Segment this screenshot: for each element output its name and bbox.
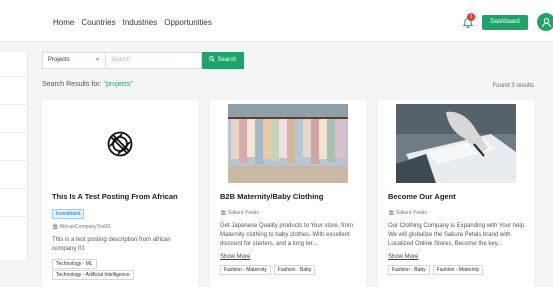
opportunity-card[interactable]: This Is A Test Posting From African Inve… — [42, 100, 199, 287]
card-title[interactable]: Become Our Agent — [388, 192, 456, 201]
tag[interactable]: Fashion - Baby — [388, 265, 430, 275]
company-name: 🏛 Sakura Petals — [220, 210, 259, 216]
company-name: 🏛 Sakura Petals — [388, 210, 427, 216]
user-icon — [541, 17, 551, 27]
building-icon: 🏛 — [388, 210, 395, 216]
clothing-rack-image — [228, 104, 348, 183]
knot-logo-icon — [107, 131, 133, 157]
card-description: Our Clothing Company is Expanding with Y… — [388, 223, 526, 247]
tag[interactable]: Fashion - Baby — [273, 265, 316, 275]
tag-list: Fashion - Maternity Fashion - Baby — [220, 265, 316, 275]
opportunity-card[interactable]: B2B Maternity/Baby Clothing 🏛 Sakura Pet… — [210, 100, 367, 287]
card-title[interactable]: This Is A Test Posting From African — [52, 192, 178, 201]
search-input[interactable]: Search — [106, 52, 202, 69]
user-menu-button[interactable] — [537, 13, 553, 31]
divider — [0, 160, 28, 161]
results-heading: Search Results for: "projects" — [42, 81, 133, 88]
card-description: Get Japanese Quality products to Your st… — [220, 223, 354, 247]
card-description: This is a test posting description from … — [52, 237, 171, 252]
tag[interactable]: Fashion - Maternity — [432, 265, 484, 275]
nav-countries-link[interactable]: Countries — [81, 18, 115, 27]
show-more-link[interactable]: Show More — [388, 254, 418, 260]
show-more-link[interactable]: Show More — [220, 254, 250, 260]
building-icon: 🏛 — [220, 210, 227, 216]
search-bar: Projects ▼ Search Search — [42, 52, 244, 69]
search-icon — [209, 56, 216, 62]
card-image — [228, 104, 348, 183]
chevron-down-icon: ▼ — [95, 57, 100, 63]
search-button[interactable]: Search — [202, 52, 244, 69]
main-nav: Home Countries Industries Opportunities — [53, 18, 212, 27]
tag[interactable]: Technology - Artificial Intelligence — [52, 270, 134, 280]
company-name-text: AfricanCompanyTest01 — [59, 224, 112, 230]
notification-badge: 1 — [467, 13, 475, 21]
tag-list: Technology - ML — [52, 259, 97, 269]
top-navbar: Home Countries Industries Opportunities … — [0, 0, 553, 42]
nav-home-link[interactable]: Home — [53, 18, 74, 27]
opportunity-card[interactable]: Become Our Agent 🏛 Sakura Petals Our Clo… — [378, 100, 535, 287]
building-icon: 🏛 — [52, 224, 59, 230]
divider — [0, 76, 28, 77]
tag-list: Technology - Artificial Intelligence — [52, 270, 134, 280]
tag[interactable]: Technology - ML — [52, 259, 97, 269]
tag-list: Fashion - Baby Fashion - Maternity — [388, 265, 484, 275]
tag[interactable]: Fashion - Maternity — [220, 265, 271, 275]
results-query: "projects" — [103, 81, 133, 88]
results-prefix: Search Results for: — [42, 81, 102, 88]
signing-document-image — [396, 104, 516, 183]
company-name: 🏛 AfricanCompanyTest01 — [52, 224, 111, 230]
card-image — [396, 104, 516, 183]
company-name-text: Sakura Petals — [227, 210, 259, 216]
side-filter-panel — [0, 52, 28, 260]
nav-opportunities-link[interactable]: Opportunities — [164, 18, 212, 27]
category-select-value: Projects — [48, 57, 70, 63]
card-title[interactable]: B2B Maternity/Baby Clothing — [220, 192, 323, 201]
category-select[interactable]: Projects ▼ — [42, 52, 106, 69]
divider — [0, 104, 28, 105]
divider — [0, 188, 28, 189]
divider — [0, 216, 28, 217]
category-badge: Investment — [52, 209, 85, 219]
company-logo — [60, 104, 180, 183]
nav-industries-link[interactable]: Industries — [123, 18, 158, 27]
company-name-text: Sakura Petals — [395, 210, 427, 216]
dashboard-button[interactable]: Dashboard — [482, 15, 528, 30]
divider — [0, 132, 28, 133]
search-button-label: Search — [217, 57, 237, 63]
results-count: Found 3 results — [492, 83, 534, 89]
